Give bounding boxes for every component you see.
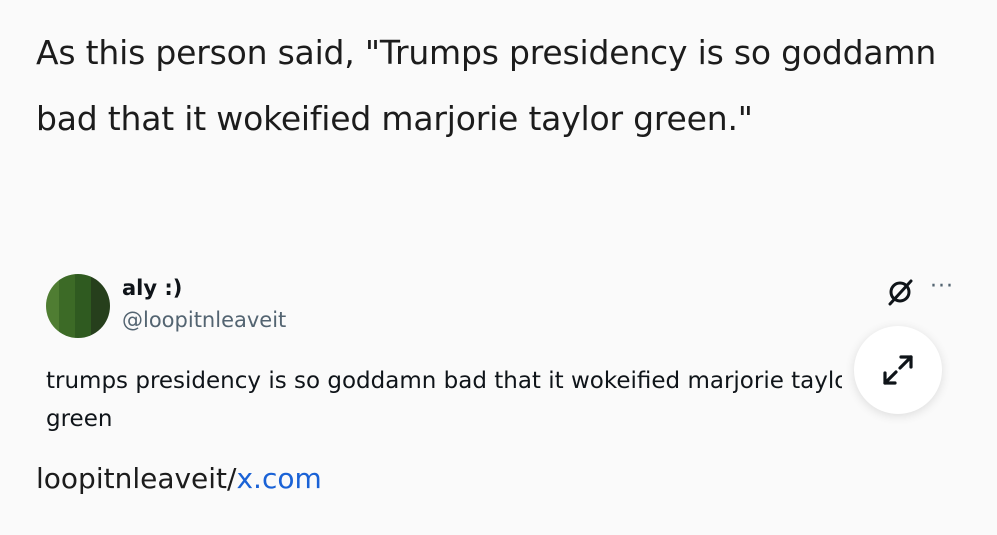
source-link[interactable]: x.com [236, 462, 321, 495]
expand-button[interactable] [854, 326, 942, 414]
tweet-text: trumps presidency is so goddamn bad that… [46, 362, 842, 438]
display-name[interactable]: aly :) [122, 276, 182, 300]
x-logo-icon[interactable] [886, 278, 914, 306]
expand-icon [883, 355, 913, 385]
user-handle[interactable]: @loopitnleaveit [122, 308, 286, 332]
more-icon[interactable]: ··· [930, 274, 954, 299]
avatar[interactable] [46, 274, 110, 338]
tweet-text-line2: green [46, 406, 113, 432]
post-text: As this person said, "Trumps presidency … [36, 33, 937, 138]
source-line: loopitnleaveit/x.com [36, 462, 322, 495]
embedded-tweet[interactable]: aly :) @loopitnleaveit ··· trumps presid… [36, 258, 966, 448]
source-prefix: loopitnleaveit/ [36, 462, 237, 495]
tweet-text-line1: trumps presidency is so goddamn bad that… [46, 368, 842, 394]
page: As this person said, "Trumps presidency … [0, 0, 997, 535]
